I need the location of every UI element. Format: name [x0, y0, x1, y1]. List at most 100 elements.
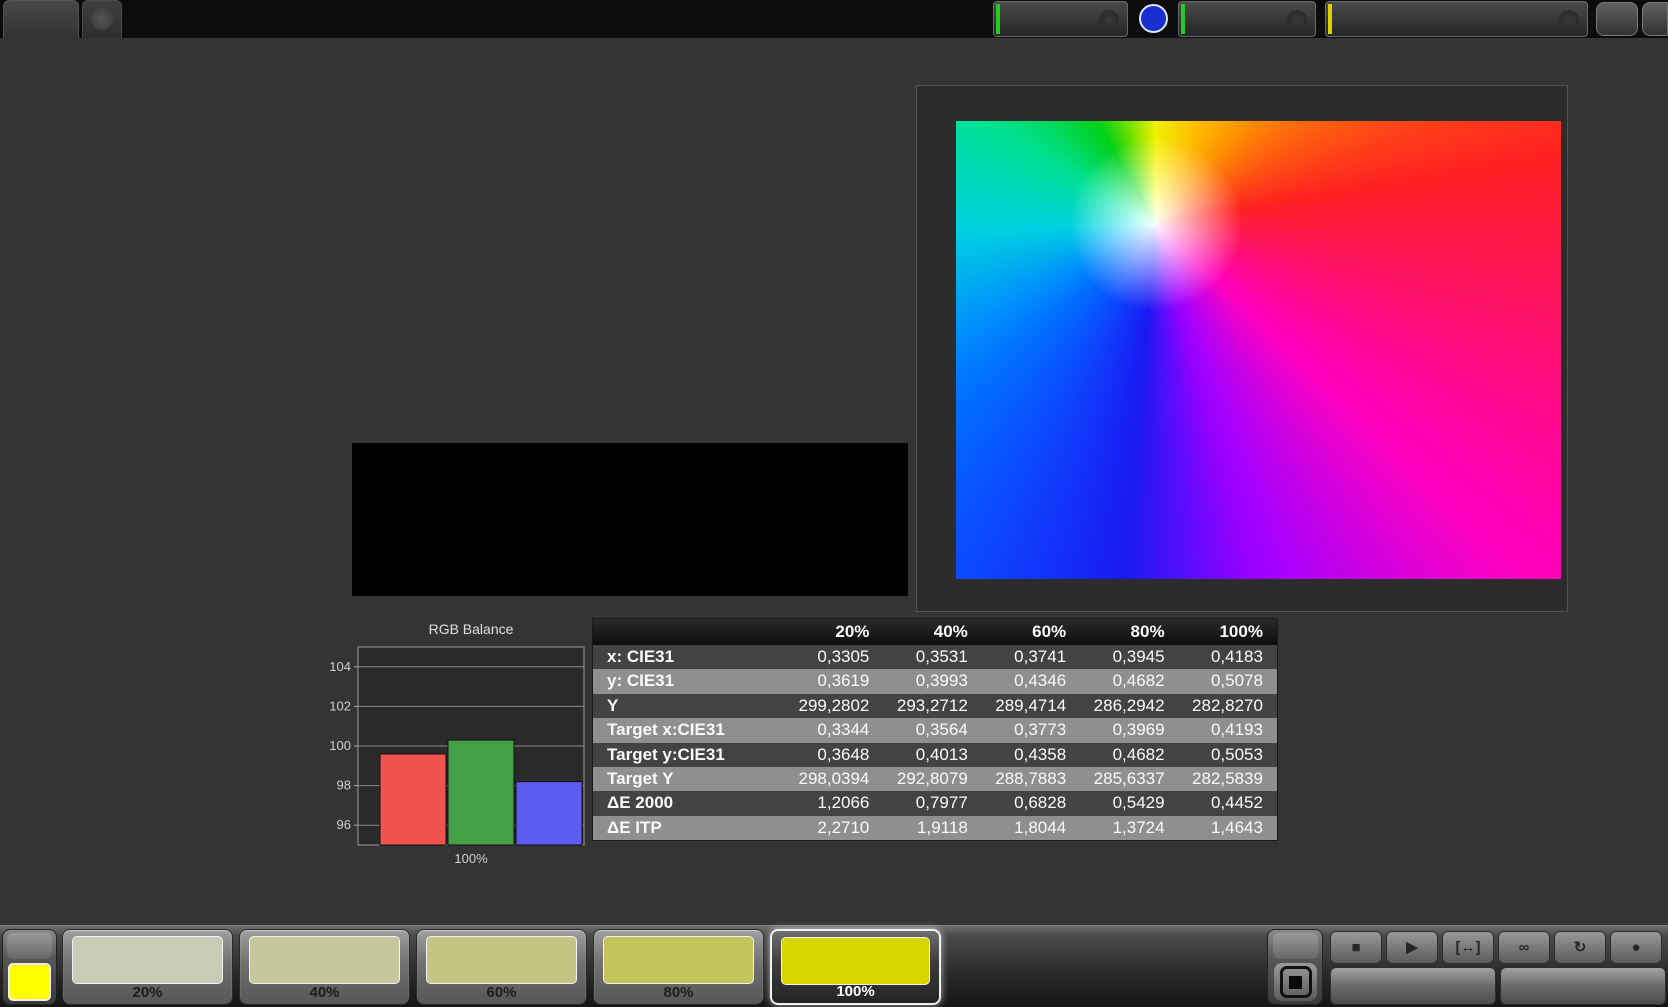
patch-level-button-60%[interactable]: 60% — [416, 929, 587, 1005]
display-control-dropdown[interactable] — [1325, 1, 1588, 37]
collapse-panel-button[interactable] — [1642, 2, 1668, 36]
table-row: Target Y 298,0394 292,8079 288,7883 285,6337… — [593, 766, 1277, 792]
play-button[interactable]: ▶ — [1386, 931, 1438, 964]
continuous-measure-button[interactable]: ∞ — [1498, 931, 1550, 964]
svg-text:100: 100 — [329, 738, 351, 753]
table-value: 292,8079 — [896, 768, 968, 788]
record-button[interactable]: ● — [1610, 931, 1662, 964]
patch-nav-stack — [2, 929, 57, 1005]
pattern-window-stack — [1267, 929, 1323, 1005]
table-value: 286,2942 — [1093, 695, 1165, 715]
source-dropdown[interactable] — [1178, 1, 1316, 37]
rgb-bar-B — [515, 781, 583, 846]
add-icon — [91, 8, 113, 30]
top-bar — [0, 0, 1668, 38]
patch-level-label: 20% — [132, 984, 163, 1001]
patch-color-swatch — [603, 936, 754, 984]
app-window: RGB Balance 96 98 100 102 104 100% 20% 40% 60% 80… — [0, 0, 1668, 1007]
tab-history-1[interactable] — [3, 0, 79, 38]
loop-button[interactable]: ↻ — [1554, 931, 1606, 964]
current-color-swatch — [8, 963, 51, 1001]
patch-color-swatch — [426, 936, 577, 984]
table-value: 0,3741 — [1014, 647, 1067, 666]
row-label: Y — [607, 695, 619, 715]
rgb-balance-svg: RGB Balance 96 98 100 102 104 100% — [329, 621, 585, 866]
tab-add[interactable] — [82, 0, 122, 38]
meter-dropdown[interactable] — [993, 1, 1128, 37]
table-value: 0,4183 — [1210, 647, 1263, 666]
cie-1976-chart — [916, 85, 1568, 612]
rgb-bar-R — [379, 753, 447, 846]
stop-icon: ■ — [1351, 939, 1361, 956]
table-row: x: CIE31 0,3305 0,3531 0,3741 0,3945 0,4183 — [593, 645, 1277, 670]
table-value: 2,2710 — [817, 817, 870, 837]
table-value: 0,4358 — [1014, 744, 1067, 764]
play-icon: ▶ — [1406, 939, 1418, 956]
table-col-header: 80% — [1130, 622, 1165, 641]
patch-level-button-40%[interactable]: 40% — [239, 929, 410, 1005]
rgb-bar-G — [447, 739, 515, 846]
meter-count-badge — [1139, 4, 1168, 33]
table-value: 0,3969 — [1112, 720, 1165, 740]
pattern-window-button[interactable] — [1274, 963, 1317, 1001]
row-label: x: CIE31 — [607, 647, 675, 666]
table-value: 0,6828 — [1014, 793, 1067, 813]
table-value: 0,3564 — [915, 720, 968, 740]
patch-level-button-80%[interactable]: 80% — [593, 929, 764, 1005]
table-col-header: 20% — [835, 622, 870, 641]
table-value: 0,3531 — [915, 647, 968, 666]
table-value: 0,3648 — [817, 744, 870, 764]
bottom-bar: 20% 40% 60% 80% 100% ■ ▶ [↔] ∞ ↻ ● — [0, 925, 1668, 1007]
results-table: 20% 40% 60% 80% 100% x: CIE31 0,3305 0,3531 0,37… — [592, 618, 1278, 842]
cie-overlay — [917, 86, 1569, 613]
continuous-measure-icon: ∞ — [1518, 939, 1530, 956]
table-value: 0,3993 — [915, 671, 968, 691]
table-value: 1,9118 — [917, 817, 968, 837]
back-button[interactable] — [1330, 967, 1496, 1005]
actual-label — [354, 455, 370, 507]
single-measure-button[interactable]: [↔] — [1442, 931, 1494, 964]
settings-button[interactable] — [1596, 2, 1638, 36]
patch-level-button-100%[interactable]: 100% — [770, 929, 941, 1005]
svg-text:98: 98 — [337, 778, 351, 793]
table-value: 298,0394 — [798, 768, 870, 788]
table-row: ΔE 2000 1,2066 0,7977 0,6828 0,5429 0,4452 — [593, 791, 1277, 816]
single-measure-icon: [↔] — [1455, 939, 1481, 956]
pattern-collapse-button[interactable] — [1273, 933, 1318, 959]
row-label: ΔE 2000 — [607, 793, 674, 813]
table-value: 0,4682 — [1112, 671, 1165, 691]
table-value: 0,3305 — [817, 647, 870, 666]
source-status-stripe — [1181, 4, 1185, 34]
stop-button[interactable]: ■ — [1330, 931, 1382, 964]
table-col-header: 100% — [1219, 622, 1263, 641]
table-value: 0,3619 — [817, 671, 870, 691]
table-value: 0,4346 — [1014, 671, 1067, 691]
patch-collapse-button[interactable] — [7, 933, 52, 959]
table-row: Target y:CIE31 0,3648 0,4013 0,4358 0,4682 0,… — [593, 742, 1277, 767]
table-value: 0,5429 — [1112, 793, 1165, 813]
table-corner-cell — [593, 619, 785, 645]
table-value: 0,5053 — [1210, 744, 1263, 764]
svg-text:96: 96 — [337, 817, 351, 832]
target-label — [354, 509, 370, 567]
svg-text:100%: 100% — [454, 851, 488, 866]
row-label: ΔE ITP — [607, 817, 662, 837]
patch-color-swatch — [249, 936, 400, 984]
rgb-balance-chart: RGB Balance 96 98 100 102 104 100% — [328, 620, 590, 877]
table-value: 0,3773 — [1014, 720, 1067, 740]
row-label: y: CIE31 — [607, 671, 675, 691]
actual-target-patch-strip — [352, 443, 908, 596]
patch-color-swatch — [72, 936, 223, 984]
patch-color-swatch — [781, 937, 930, 985]
patch-level-label: 60% — [486, 984, 517, 1001]
table-col-header: 60% — [1032, 622, 1067, 641]
loop-icon: ↻ — [1573, 939, 1587, 956]
table-value: 288,7883 — [995, 768, 1067, 788]
table-value: 289,4714 — [995, 695, 1067, 715]
window-frame-icon — [1279, 966, 1312, 998]
table-value: 0,7977 — [915, 793, 968, 813]
next-button[interactable] — [1500, 967, 1666, 1005]
chevron-down-icon — [1099, 10, 1119, 30]
table-value: 299,2802 — [798, 695, 870, 715]
patch-level-button-20%[interactable]: 20% — [62, 929, 233, 1005]
